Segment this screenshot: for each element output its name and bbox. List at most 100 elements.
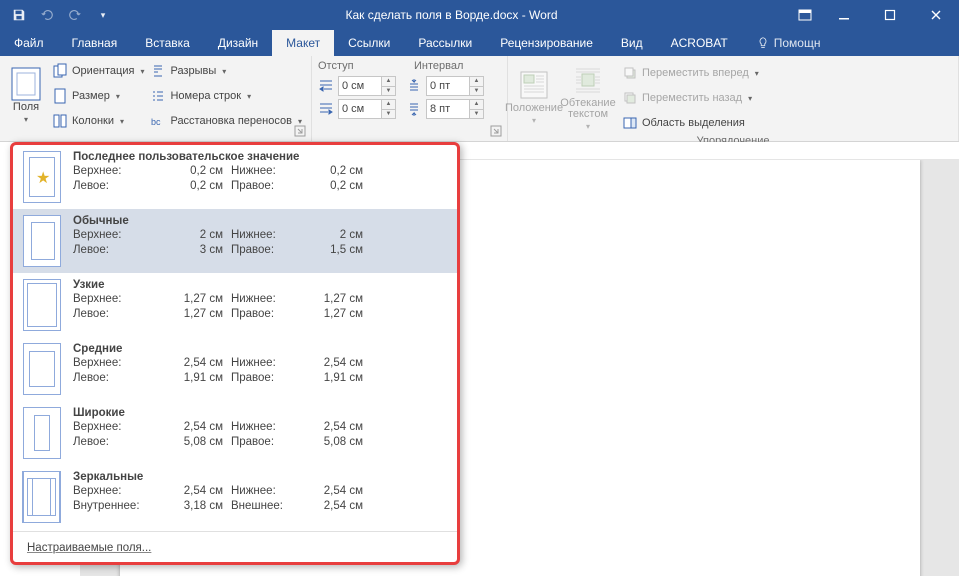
tab-mailings[interactable]: Рассылки (404, 30, 486, 56)
columns-button[interactable]: Колонки▾ (52, 110, 144, 132)
minimize-icon[interactable] (821, 0, 867, 30)
margin-preset-icon (23, 343, 61, 395)
tab-layout[interactable]: Макет (272, 30, 334, 56)
custom-margins-button[interactable]: Настраиваемые поля... (13, 534, 457, 562)
undo-icon[interactable] (36, 4, 58, 26)
indent-header: Отступ (318, 60, 398, 74)
bring-forward-icon (622, 65, 638, 81)
space-after-icon (406, 101, 422, 117)
preset-title: Зеркальные (73, 471, 447, 483)
svg-text:bc: bc (151, 117, 161, 127)
tab-acrobat[interactable]: ACROBAT (657, 30, 742, 56)
position-button[interactable]: Положение ▾ (514, 60, 554, 134)
save-icon[interactable] (8, 4, 30, 26)
size-icon (52, 88, 68, 104)
margin-preset[interactable]: ★ Последнее пользовательское значение Ве… (13, 145, 457, 209)
page-setup-launcher[interactable] (293, 125, 307, 139)
ribbon-options-icon[interactable] (789, 0, 821, 30)
size-button[interactable]: Размер▾ (52, 85, 144, 107)
tab-references[interactable]: Ссылки (334, 30, 404, 56)
qat-customize-icon[interactable]: ▾ (92, 4, 114, 26)
tell-me[interactable]: Помощн (742, 30, 835, 56)
tab-insert[interactable]: Вставка (131, 30, 204, 56)
spacing-header: Интервал (414, 60, 463, 74)
lightbulb-icon (756, 36, 770, 50)
orientation-button[interactable]: Ориентация▾ (52, 60, 144, 82)
bring-forward-button[interactable]: Переместить вперед▾ (622, 62, 759, 84)
margin-preset[interactable]: Широкие Верхнее:2,54 смНижнее:2,54 смЛев… (13, 401, 457, 465)
tab-file[interactable]: Файл (0, 30, 58, 56)
orientation-label: Ориентация (72, 65, 134, 77)
window-title: Как сделать поля в Ворде.docx - Word (114, 8, 789, 22)
spin-down-icon[interactable]: ▼ (470, 87, 483, 96)
margin-preset-icon (23, 279, 61, 331)
send-backward-label: Переместить назад (642, 92, 742, 104)
margin-preset[interactable]: Зеркальные Верхнее:2,54 смНижнее:2,54 см… (13, 465, 457, 529)
preset-title: Последнее пользовательское значение (73, 151, 447, 163)
indent-left-icon (318, 78, 334, 94)
preset-values: Верхнее:1,27 смНижнее:1,27 смЛевое:1,27 … (73, 292, 447, 322)
breaks-icon (150, 63, 166, 79)
hyphenation-label: Расстановка переносов (170, 115, 291, 127)
line-numbers-button[interactable]: Номера строк▾ (150, 85, 302, 107)
redo-icon[interactable] (64, 4, 86, 26)
preset-values: Верхнее:0,2 смНижнее:0,2 смЛевое:0,2 смП… (73, 164, 447, 194)
size-label: Размер (72, 90, 110, 102)
preset-title: Широкие (73, 407, 447, 419)
indent-right-icon (318, 101, 334, 117)
breaks-button[interactable]: Разрывы▾ (150, 60, 302, 82)
indent-left-input[interactable]: 0 см ▲▼ (338, 76, 396, 96)
hyphenation-icon: bc (150, 113, 166, 129)
spin-down-icon[interactable]: ▼ (382, 87, 395, 96)
tab-design[interactable]: Дизайн (204, 30, 272, 56)
position-icon (518, 69, 550, 101)
paragraph-launcher[interactable] (489, 125, 503, 139)
tab-review[interactable]: Рецензирование (486, 30, 607, 56)
preset-values: Верхнее:2 смНижнее:2 смЛевое:3 смПравое:… (73, 228, 447, 258)
margin-preset[interactable]: Средние Верхнее:2,54 смНижнее:2,54 смЛев… (13, 337, 457, 401)
indent-right-input[interactable]: 0 см ▲▼ (338, 99, 396, 119)
space-before-value: 0 пт (427, 77, 469, 95)
spin-up-icon[interactable]: ▲ (470, 100, 483, 110)
close-icon[interactable] (913, 0, 959, 30)
selection-pane-button[interactable]: Область выделения (622, 112, 759, 134)
spin-down-icon[interactable]: ▼ (470, 110, 483, 119)
space-after-input[interactable]: 8 пт ▲▼ (426, 99, 484, 119)
spin-up-icon[interactable]: ▲ (470, 77, 483, 87)
maximize-icon[interactable] (867, 0, 913, 30)
tab-home[interactable]: Главная (58, 30, 132, 56)
titlebar: ▾ Как сделать поля в Ворде.docx - Word (0, 0, 959, 30)
margin-preset[interactable]: Обычные Верхнее:2 смНижнее:2 смЛевое:3 с… (13, 209, 457, 273)
margin-preset-icon (23, 407, 61, 459)
bring-forward-label: Переместить вперед (642, 67, 749, 79)
margins-button[interactable]: Поля ▾ (6, 60, 46, 132)
preset-title: Обычные (73, 215, 447, 227)
spin-up-icon[interactable]: ▲ (382, 77, 395, 87)
space-before-input[interactable]: 0 пт ▲▼ (426, 76, 484, 96)
position-label: Положение (505, 103, 563, 114)
columns-label: Колонки (72, 115, 114, 127)
space-after-value: 8 пт (427, 100, 469, 118)
margins-label: Поля (13, 102, 39, 113)
custom-margins-label: Настраиваемые поля... (27, 542, 151, 554)
line-numbers-label: Номера строк (170, 90, 241, 102)
wrap-icon (572, 64, 604, 96)
preset-values: Верхнее:2,54 смНижнее:2,54 смЛевое:5,08 … (73, 420, 447, 450)
wrap-button[interactable]: Обтекание текстом ▾ (560, 60, 616, 134)
tab-view[interactable]: Вид (607, 30, 657, 56)
margins-gallery: ★ Последнее пользовательское значение Ве… (10, 142, 460, 565)
wrap-label: Обтекание текстом (560, 98, 616, 120)
hyphenation-button[interactable]: bc Расстановка переносов▾ (150, 110, 302, 132)
send-backward-button[interactable]: Переместить назад▾ (622, 87, 759, 109)
margin-preset[interactable]: Узкие Верхнее:1,27 смНижнее:1,27 смЛевое… (13, 273, 457, 337)
margin-preset-icon: ★ (23, 151, 61, 203)
orientation-icon (52, 63, 68, 79)
preset-values: Верхнее:2,54 смНижнее:2,54 смВнутреннее:… (73, 484, 447, 514)
ribbon: Поля ▾ Ориентация▾ Размер▾ Колонки▾ (0, 56, 959, 142)
spin-down-icon[interactable]: ▼ (382, 110, 395, 119)
indent-left-value: 0 см (339, 77, 381, 95)
spin-up-icon[interactable]: ▲ (382, 100, 395, 110)
breaks-label: Разрывы (170, 65, 216, 77)
columns-icon (52, 113, 68, 129)
preset-values: Верхнее:2,54 смНижнее:2,54 смЛевое:1,91 … (73, 356, 447, 386)
